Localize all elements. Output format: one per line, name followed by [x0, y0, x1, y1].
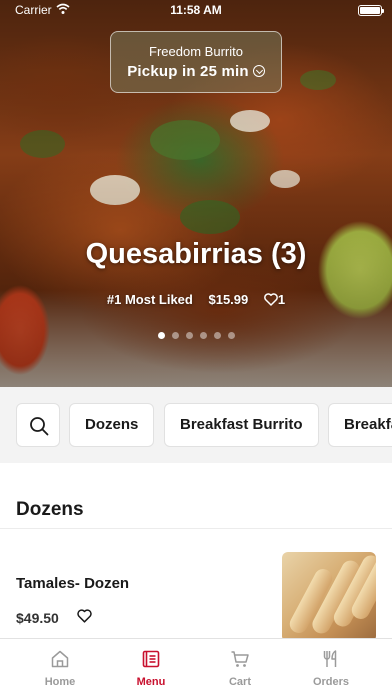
category-search-button[interactable]: [16, 403, 60, 447]
menu-icon: [142, 650, 160, 668]
status-time: 11:58 AM: [170, 3, 222, 17]
featured-badge: #1 Most Liked: [106, 292, 193, 307]
home-icon: [51, 650, 69, 668]
battery-icon: [358, 5, 384, 16]
tab-bar[interactable]: Home Menu Cart Orders: [0, 638, 392, 696]
featured-carousel[interactable]: Carrier 11:58 AM Freedom Burrito Pickup …: [0, 0, 392, 387]
category-dozens[interactable]: Dozens: [69, 403, 155, 447]
store-name: Freedom Burrito: [149, 44, 243, 59]
category-bar[interactable]: Dozens Breakfast Burrito Breakfa: [0, 387, 392, 463]
pickup-time: Pickup in 25 min: [111, 63, 281, 80]
tab-menu[interactable]: Menu: [106, 639, 196, 696]
tab-home-label: Home: [44, 676, 76, 688]
section-divider: [0, 528, 392, 529]
heart-icon: [263, 293, 278, 306]
carousel-dot[interactable]: [227, 332, 235, 339]
menu-item-price: $49.50: [16, 610, 59, 626]
featured-meta: #1 Most Liked $15.99 1: [0, 292, 392, 307]
featured-likes[interactable]: 1: [263, 292, 285, 307]
carousel-dot[interactable]: [171, 332, 179, 339]
heart-icon[interactable]: [77, 609, 92, 623]
menu-item-image[interactable]: [282, 552, 376, 642]
section-title: Dozens: [16, 499, 84, 520]
status-bar: Carrier 11:58 AM: [0, 0, 392, 22]
tab-home[interactable]: Home: [15, 639, 105, 696]
tab-orders-label: Orders: [312, 676, 350, 688]
tab-cart-label: Cart: [228, 676, 251, 688]
carousel-dot[interactable]: [199, 332, 207, 339]
menu-item-name[interactable]: Tamales- Dozen: [16, 575, 129, 592]
tab-menu-label: Menu: [136, 676, 166, 688]
carousel-pagination[interactable]: [0, 332, 392, 339]
utensils-icon: [323, 650, 337, 667]
featured-price: $15.99: [208, 292, 249, 307]
search-icon: [30, 417, 49, 436]
category-breakfast-burrito[interactable]: Breakfast Burrito: [164, 403, 319, 447]
carousel-dot[interactable]: [185, 332, 193, 339]
store-selector[interactable]: Freedom Burrito Pickup in 25 min: [110, 31, 282, 93]
chevron-down-circle-icon: [252, 65, 265, 77]
carousel-dot[interactable]: [213, 332, 221, 339]
cart-icon: [231, 651, 249, 667]
tab-orders[interactable]: Orders: [286, 639, 376, 696]
featured-title[interactable]: Quesabirrias (3): [0, 238, 392, 271]
category-breakfast-partial[interactable]: Breakfa: [328, 403, 392, 447]
carousel-dot[interactable]: [157, 332, 165, 339]
tab-cart[interactable]: Cart: [195, 639, 285, 696]
